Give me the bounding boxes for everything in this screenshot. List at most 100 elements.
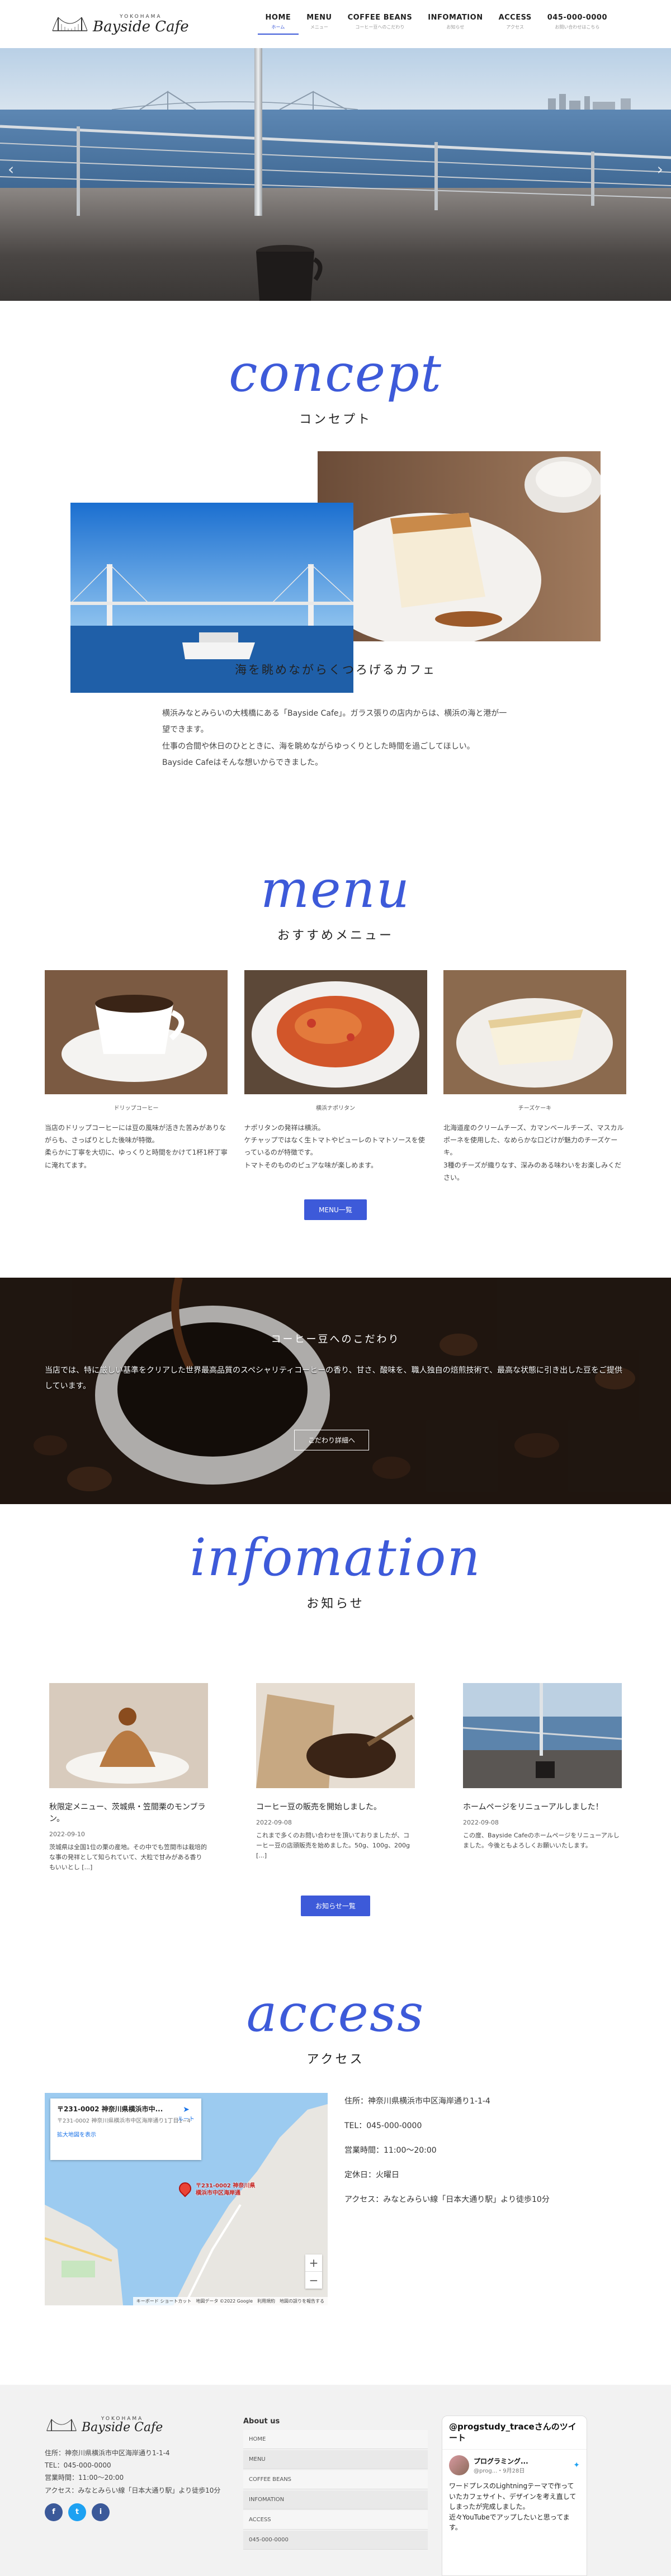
tweet-author[interactable]: プログラミング... @prog...・9月28日 ✦ <box>442 2450 587 2481</box>
info-title[interactable]: コーヒー豆の販売を開始しました。 <box>256 1802 415 1813</box>
nav-sublabel: アクセス <box>506 25 524 30</box>
access-subtitle: アクセス <box>306 2053 365 2067</box>
footer-access: アクセス：みなとみらい線「日本大通り駅」より徒歩10分 <box>45 2486 221 2494</box>
nav-label: MENU <box>306 13 332 22</box>
menu-caption: チーズケーキ <box>518 1105 552 1112</box>
twitter-bird-icon: ✦ <box>573 2461 580 2470</box>
coffee-beans-section: コーヒー豆へのこだわり 当店では、特に厳しい基準をクリアした世界最高品質のスペシ… <box>0 1278 671 1504</box>
footer-contact: 住所：神奈川県横浜市中区海岸通り1-1-4 TEL：045-000-0000 営… <box>45 2447 229 2497</box>
footer-link-menu[interactable]: MENU <box>243 2450 428 2469</box>
menu-section: menu おすすめメニュー ドリップコーヒー 当店のドリップコーヒーには豆の風味… <box>0 859 671 1220</box>
tweet-author-name: プログラミング... <box>474 2457 528 2465</box>
menu-card-cheesecake: チーズケーキ 北海道産のクリームチーズ、カマンベールチーズ、マスカルポーネを使用… <box>443 970 626 1184</box>
menu-card-coffee: ドリップコーヒー 当店のドリップコーヒーには豆の風味が活きた苦みがありながらも、… <box>45 970 228 1184</box>
twitter-timeline[interactable]: @progstudy_traceさんのツイート プログラミング... @prog… <box>442 2416 587 2576</box>
drip-coffee-photo <box>45 970 228 1094</box>
napolitan-photo <box>244 970 427 1094</box>
nav-home[interactable]: HOME ホーム <box>257 13 299 35</box>
nav-sublabel: メニュー <box>310 25 328 30</box>
site-logo[interactable]: YOKOHAMA Bayside Cafe <box>50 13 189 35</box>
access-closed: 定休日：火曜日 <box>344 2171 399 2180</box>
nav-infomation[interactable]: INFOMATION お知らせ <box>420 13 490 30</box>
zoom-in-button[interactable]: + <box>305 2254 322 2271</box>
info-card[interactable]: 秋限定メニュー、茨城県・笠間栗のモンブラン。 2022-09-10 茨城県は全国… <box>49 1683 208 1873</box>
concept-paragraph: Bayside Cafeはそんな想いからできました。 <box>162 758 323 768</box>
nav-sublabel: お問い合わせはこちら <box>555 25 600 30</box>
map-route-label: ルート <box>178 2116 195 2123</box>
info-card[interactable]: ホームページをリニューアルしました！ 2022-09-08 この度、Baysid… <box>462 1683 622 1873</box>
tweet-author-handle: @prog...・9月28日 <box>474 2468 525 2474</box>
concept-section: concept コンセプト 海を眺めながらくつろげるカフェ 横浜みなとみらいの大… <box>0 343 671 767</box>
facebook-icon[interactable]: f <box>45 2503 63 2521</box>
footer-link-coffee-beans[interactable]: COFFEE BEANS <box>243 2470 428 2489</box>
map-card-address: 〒231-0002 神奈川県横浜市中区海岸通り1丁目1−4 <box>57 2118 191 2124</box>
footer-address: 住所：神奈川県横浜市中区海岸通り1-1-4 <box>45 2449 170 2457</box>
access-tel: TEL：045-000-0000 <box>344 2121 422 2130</box>
menu-description: ナポリタンの発祥は横浜。 ケチャップではなく生トマトやピューレのトマトソースを使… <box>244 1124 425 1169</box>
nav-sublabel: ホーム <box>271 25 285 30</box>
footer-link-access[interactable]: ACCESS <box>243 2511 428 2530</box>
coffee-beans-text: 当店では、特に厳しい基準をクリアした世界最高品質のスペシャリティコーヒーの香り、… <box>45 1366 623 1391</box>
zoom-out-button[interactable]: − <box>305 2271 322 2289</box>
menu-subtitle: おすすめメニュー <box>277 929 394 943</box>
concept-script-title: concept <box>229 343 442 403</box>
social-links: f t i <box>45 2503 229 2521</box>
nav-phone[interactable]: 045-000-0000 お問い合わせはこちら <box>540 13 615 30</box>
info-card[interactable]: コーヒー豆の販売を開始しました。 2022-09-08 これまで多くのお問い合わ… <box>256 1683 415 1873</box>
map-zoom-control: + − <box>305 2254 322 2289</box>
menu-script-title: menu <box>260 859 411 919</box>
google-map[interactable]: 〒231-0002 神奈川県横浜市中... 〒231-0002 神奈川県横浜市中… <box>45 2093 328 2305</box>
footer-logo[interactable]: YOKOHAMA Bayside Cafe <box>45 2416 229 2435</box>
coffee-detail-button[interactable]: こだわり詳細へ <box>294 1430 370 1450</box>
twitter-icon[interactable]: t <box>68 2503 86 2521</box>
nav-access[interactable]: ACCESS アクセス <box>491 13 540 30</box>
avatar <box>449 2455 469 2475</box>
map-marker[interactable]: 〒231-0002 神奈川県横浜市中区海岸通 <box>176 2180 257 2197</box>
nav-label: COFFEE BEANS <box>347 13 413 22</box>
info-date: 2022-09-08 <box>463 1819 499 1826</box>
access-hours: 営業時間：11:00〜20:00 <box>344 2146 437 2155</box>
site-header: YOKOHAMA Bayside Cafe HOME ホーム MENU メニュー C… <box>0 0 671 48</box>
footer-link-phone[interactable]: 045-000-0000 <box>243 2531 428 2550</box>
info-grid: 秋限定メニュー、茨城県・笠間栗のモンブラン。 2022-09-10 茨城県は全国… <box>49 1683 622 1873</box>
cheesecake-photo <box>318 451 601 641</box>
bridge-logo-icon <box>46 2419 77 2431</box>
info-excerpt: この度、Bayside Cafeのホームページをリニューアルしました。今後ともよ… <box>463 1832 620 1850</box>
cheesecake-photo <box>443 970 626 1094</box>
nav-sublabel: お知らせ <box>446 25 465 30</box>
nav-sublabel: コーヒー豆へのこだわり <box>355 25 405 30</box>
map-enlarge-link[interactable]: 拡大地図を表示 <box>57 2130 195 2138</box>
info-title[interactable]: 秋限定メニュー、茨城県・笠間栗のモンブラン。 <box>49 1802 208 1825</box>
footer-link-infomation[interactable]: INFOMATION <box>243 2490 428 2509</box>
map-route-button[interactable]: ➤ ルート <box>178 2105 195 2123</box>
info-excerpt: 茨城県は全国1位の栗の産地。その中でも笠間市は栽培的な事の発祥として知られていて… <box>49 1844 207 1871</box>
footer-about-title: About us <box>243 2417 280 2426</box>
coffee-cup-icon <box>256 245 323 301</box>
footer-info-column: YOKOHAMA Bayside Cafe 住所：神奈川県横浜市中区海岸通り1-… <box>45 2416 229 2521</box>
menu-list-button[interactable]: MENU一覧 <box>304 1199 367 1220</box>
footer-link-home[interactable]: HOME <box>243 2430 428 2449</box>
nav-menu[interactable]: MENU メニュー <box>299 13 339 30</box>
concept-paragraph: 仕事の合間や休日のひとときに、海を眺めながらゆっくりとした時間を過ごしてほしい。 <box>162 741 475 751</box>
instagram-icon[interactable]: i <box>92 2503 110 2521</box>
site-footer: YOKOHAMA Bayside Cafe 住所：神奈川県横浜市中区海岸通り1-… <box>0 2385 671 2576</box>
access-section: access アクセス 〒231-0002 神奈川県横浜市中... 〒231-0… <box>0 1988 671 2305</box>
bridge-logo-icon <box>52 17 88 31</box>
map-info-card: 〒231-0002 神奈川県横浜市中... 〒231-0002 神奈川県横浜市中… <box>50 2098 201 2160</box>
menu-caption: ドリップコーヒー <box>114 1105 159 1112</box>
map-pin-icon <box>176 2180 194 2197</box>
info-script-title: infomation <box>190 1528 481 1587</box>
slider-prev-button[interactable]: ‹ <box>8 160 14 178</box>
access-directions: アクセス：みなとみらい線「日本大通り駅」より徒歩10分 <box>344 2195 550 2204</box>
info-list-button[interactable]: お知らせ一覧 <box>301 1896 370 1916</box>
nav-coffee-beans[interactable]: COFFEE BEANS コーヒー豆へのこだわり <box>340 13 420 30</box>
page: YOKOHAMA Bayside Cafe HOME ホーム MENU メニュー C… <box>0 0 671 2576</box>
hero-pole <box>254 48 262 216</box>
slider-next-button[interactable]: › <box>657 160 663 178</box>
concept-heading: 海を眺めながらくつろげるカフェ <box>235 663 436 677</box>
tweet-text: ワードプレスのLightningテーマで作っていたカフェサイト、デザインを考え直… <box>449 2482 577 2532</box>
concept-images <box>0 451 671 693</box>
info-title[interactable]: ホームページをリニューアルしました！ <box>463 1802 622 1813</box>
logo-name: Bayside Cafe <box>93 18 189 35</box>
coffee-beans-title: コーヒー豆へのこだわり <box>271 1334 400 1345</box>
